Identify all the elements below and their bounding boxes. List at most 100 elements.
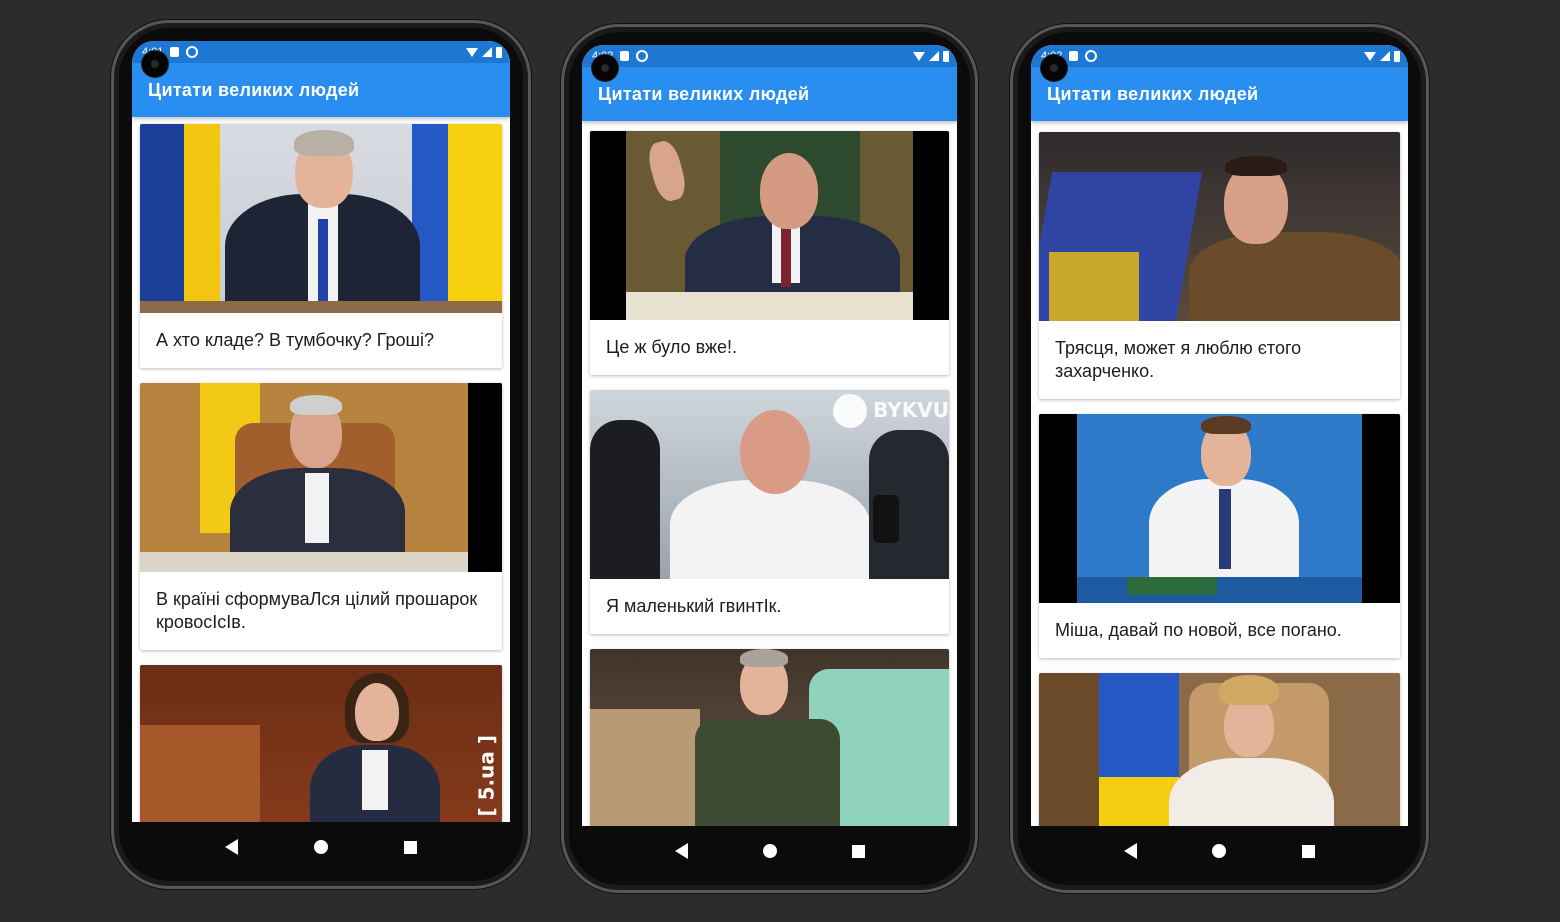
flag xyxy=(1099,673,1179,826)
status-bar: 4:02 xyxy=(582,45,957,67)
quote-text: Це ж було вже!. xyxy=(606,337,738,357)
app-title: Цитати великих людей xyxy=(148,79,360,100)
raised-hand xyxy=(644,138,690,204)
quote-image[interactable]: BYKVU xyxy=(590,390,949,579)
channel-watermark: BYKVU xyxy=(873,398,949,422)
person-suit xyxy=(670,480,870,579)
wifi-icon xyxy=(1364,51,1376,61)
flag-right xyxy=(412,124,502,313)
quote-list[interactable]: Трясця, может я люблю єтого захарченко. … xyxy=(1031,121,1408,826)
nav-bar xyxy=(132,822,510,872)
person-head xyxy=(760,153,818,229)
quote-image[interactable] xyxy=(590,131,949,320)
battery-icon xyxy=(943,50,949,62)
phone-1: 4:01 Цитати великих людей xyxy=(111,20,531,889)
person-hair xyxy=(740,649,788,667)
person-head xyxy=(740,410,810,494)
letterbox-right xyxy=(1362,414,1400,603)
person-jacket xyxy=(695,719,840,826)
sd-card-icon xyxy=(170,47,180,57)
quote-text: Трясця, может я люблю єтого захарченко. xyxy=(1055,338,1302,381)
quote-image[interactable] xyxy=(1039,132,1400,321)
wifi-icon xyxy=(913,51,925,61)
home-icon[interactable] xyxy=(1212,844,1227,858)
quote-card[interactable]: Міша, давай по новой, все погано. xyxy=(1039,414,1400,658)
front-camera xyxy=(592,55,618,81)
nav-bar xyxy=(582,826,957,876)
signal-icon xyxy=(482,47,492,57)
quote-text: В країні сформуваЛся цілий прошарок кров… xyxy=(156,589,478,632)
wifi-icon xyxy=(466,47,478,57)
person-shirt xyxy=(362,750,388,810)
letterbox-left xyxy=(590,131,626,320)
phone-in-hand xyxy=(873,495,899,543)
quote-text: Міша, давай по новой, все погано. xyxy=(1055,620,1342,640)
flag-left xyxy=(140,124,220,313)
quote-card[interactable]: Це ж було вже!. xyxy=(590,131,949,375)
app-title: Цитати великих людей xyxy=(598,83,810,104)
quote-card[interactable]: В країні сформуваЛся цілий прошарок кров… xyxy=(140,383,502,650)
recent-apps-icon[interactable] xyxy=(1302,844,1316,858)
book xyxy=(1127,577,1217,595)
person-hair xyxy=(294,130,354,156)
sd-card-icon xyxy=(620,51,630,61)
person-hair xyxy=(1201,416,1251,434)
status-bar: 4:02 xyxy=(1031,45,1408,67)
quote-image[interactable] xyxy=(1039,414,1400,603)
quote-card[interactable]: BYKVU Я маленький гвинтІк. xyxy=(590,390,949,634)
app-bar: Цитати великих людей xyxy=(582,67,957,121)
app-title: Цитати великих людей xyxy=(1047,83,1259,104)
quote-image[interactable]: [ 5.ua ] xyxy=(140,665,502,822)
boxes-left xyxy=(590,709,700,826)
phone-2-screen: 4:02 Цитати великих людей xyxy=(582,45,957,826)
battery-icon xyxy=(1394,50,1400,62)
sync-icon xyxy=(636,50,649,62)
person-tie xyxy=(318,219,328,313)
home-icon[interactable] xyxy=(314,840,328,854)
recent-apps-icon[interactable] xyxy=(851,844,865,858)
person-coat xyxy=(1189,232,1400,321)
quote-list[interactable]: А хто кладе? В тумбочку? Гроші? В країні… xyxy=(132,117,510,822)
back-icon[interactable] xyxy=(225,839,238,855)
person-head xyxy=(355,683,399,741)
person-blouse xyxy=(1169,758,1334,826)
flag-yellow xyxy=(1049,252,1139,321)
quote-card[interactable]: Трясця, может я люблю єтого захарченко. xyxy=(1039,132,1400,399)
quote-image[interactable] xyxy=(140,383,502,572)
signal-icon xyxy=(929,51,939,61)
quote-list[interactable]: Це ж було вже!. BYKVU Я маленький гвинтІ… xyxy=(582,121,957,826)
person-hair xyxy=(1219,675,1279,705)
quote-card[interactable]: [ 5.ua ] xyxy=(140,665,502,822)
front-camera xyxy=(142,51,168,77)
bg-person-left xyxy=(590,420,660,579)
quote-card[interactable]: А хто кладе? В тумбочку? Гроші? xyxy=(140,124,502,368)
quote-card[interactable] xyxy=(590,649,949,826)
letterbox-right xyxy=(913,131,949,320)
back-icon[interactable] xyxy=(674,843,688,859)
front-camera xyxy=(1041,55,1067,81)
quote-image[interactable] xyxy=(590,649,949,826)
quote-card[interactable] xyxy=(1039,673,1400,826)
person-tie xyxy=(781,227,791,287)
sync-icon xyxy=(186,46,199,58)
battery-icon xyxy=(496,46,502,58)
wood-panel xyxy=(140,725,260,822)
desk xyxy=(626,292,913,320)
sync-icon xyxy=(1085,50,1098,62)
phone-3-screen: 4:02 Цитати великих людей xyxy=(1031,45,1408,826)
signal-icon xyxy=(1380,51,1390,61)
desk xyxy=(140,301,502,313)
home-icon[interactable] xyxy=(762,844,777,858)
letterbox-right xyxy=(468,383,502,572)
app-bar: Цитати великих людей xyxy=(132,63,510,117)
person-shirt xyxy=(305,473,329,543)
nav-bar xyxy=(1031,826,1408,876)
status-bar: 4:01 xyxy=(132,41,510,63)
back-icon[interactable] xyxy=(1123,843,1137,859)
app-bar: Цитати великих людей xyxy=(1031,67,1408,121)
quote-image[interactable] xyxy=(1039,673,1400,826)
recent-apps-icon[interactable] xyxy=(404,840,417,854)
person-hair xyxy=(1225,156,1287,176)
quote-image[interactable] xyxy=(140,124,502,313)
phone-1-screen: 4:01 Цитати великих людей xyxy=(132,41,510,822)
